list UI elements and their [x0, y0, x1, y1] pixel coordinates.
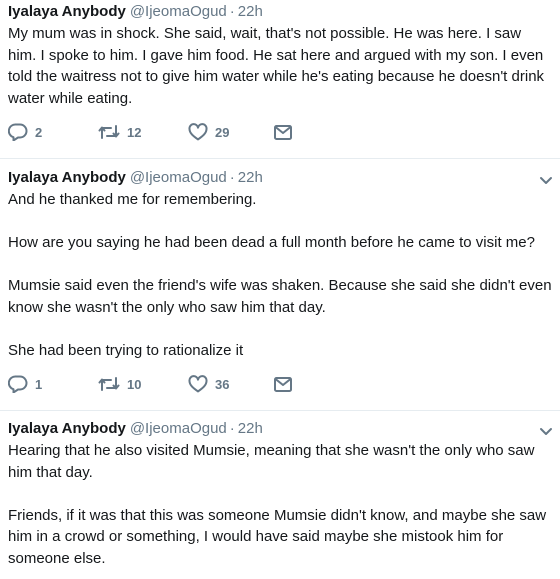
tweet-divider: [0, 158, 560, 159]
reply-icon: [8, 375, 28, 393]
author-name[interactable]: Iyalaya Anybody: [8, 2, 126, 22]
tweet-paragraph: How are you saying he had been dead a fu…: [8, 234, 535, 251]
tweet-paragraph: My mum was in shock. She said, wait, tha…: [8, 25, 545, 107]
separator: ·: [229, 3, 235, 20]
tweet-paragraph: Hearing that he also visited Mumsie, mea…: [8, 442, 535, 481]
retweet-button[interactable]: 12: [98, 124, 188, 140]
retweet-icon: [98, 377, 120, 391]
tweet-header: Iyalaya Anybody @IjeomaOgud · 22h: [8, 168, 552, 188]
timestamp[interactable]: 22h: [238, 168, 263, 188]
tweet-paragraph: She had been trying to rationalize it: [8, 341, 244, 359]
tweet[interactable]: Iyalaya Anybody @IjeomaOgud · 22h Hearin…: [0, 419, 560, 569]
envelope-icon: [274, 124, 292, 140]
tweet-paragraph: Mumsie said even the friend's wife was s…: [8, 277, 552, 316]
tweet-thread: Iyalaya Anybody @IjeomaOgud · 22h My mum…: [0, 0, 560, 579]
retweet-icon: [98, 125, 120, 139]
heart-icon: [188, 375, 208, 393]
tweet-text: And he thanked me for remembering. How a…: [8, 189, 552, 361]
tweet-header: Iyalaya Anybody @IjeomaOgud · 22h: [8, 419, 552, 439]
author-handle[interactable]: @IjeomaOgud: [130, 168, 227, 188]
tweet-divider: [0, 410, 560, 411]
author-handle[interactable]: @IjeomaOgud: [130, 419, 227, 439]
heart-icon: [188, 123, 208, 141]
like-button[interactable]: 29: [188, 123, 274, 141]
chevron-down-icon[interactable]: [538, 172, 554, 188]
separator: ·: [229, 169, 235, 186]
tweet-text: Hearing that he also visited Mumsie, mea…: [8, 440, 552, 569]
separator: ·: [229, 420, 235, 437]
timestamp[interactable]: 22h: [238, 2, 263, 22]
tweet[interactable]: Iyalaya Anybody @IjeomaOgud · 22h And he…: [0, 168, 560, 396]
reply-count: 1: [35, 376, 43, 392]
retweet-count: 12: [127, 124, 142, 140]
retweet-button[interactable]: 10: [98, 376, 188, 392]
tweet-paragraph: Friends, if it was that this was someone…: [8, 506, 547, 567]
like-count: 29: [215, 124, 230, 140]
envelope-icon: [274, 376, 292, 392]
tweet[interactable]: Iyalaya Anybody @IjeomaOgud · 22h My mum…: [0, 2, 560, 144]
direct-message-button[interactable]: [274, 124, 292, 140]
like-button[interactable]: 36: [188, 375, 274, 393]
tweet-text: My mum was in shock. She said, wait, tha…: [8, 23, 552, 109]
tweet-actions: 1 10 36: [8, 372, 552, 396]
reply-icon: [8, 123, 28, 141]
tweet-header: Iyalaya Anybody @IjeomaOgud · 22h: [8, 2, 552, 22]
reply-button[interactable]: 1: [8, 375, 98, 393]
reply-count: 2: [35, 124, 43, 140]
timestamp[interactable]: 22h: [238, 419, 263, 439]
tweet-actions: 2 12 29: [8, 120, 552, 144]
author-name[interactable]: Iyalaya Anybody: [8, 168, 126, 188]
direct-message-button[interactable]: [274, 376, 292, 392]
like-count: 36: [215, 376, 230, 392]
chevron-down-icon[interactable]: [538, 423, 554, 439]
retweet-count: 10: [127, 376, 142, 392]
author-name[interactable]: Iyalaya Anybody: [8, 419, 126, 439]
tweet-paragraph: And he thanked me for remembering.: [8, 191, 257, 208]
author-handle[interactable]: @IjeomaOgud: [130, 2, 227, 22]
reply-button[interactable]: 2: [8, 123, 98, 141]
